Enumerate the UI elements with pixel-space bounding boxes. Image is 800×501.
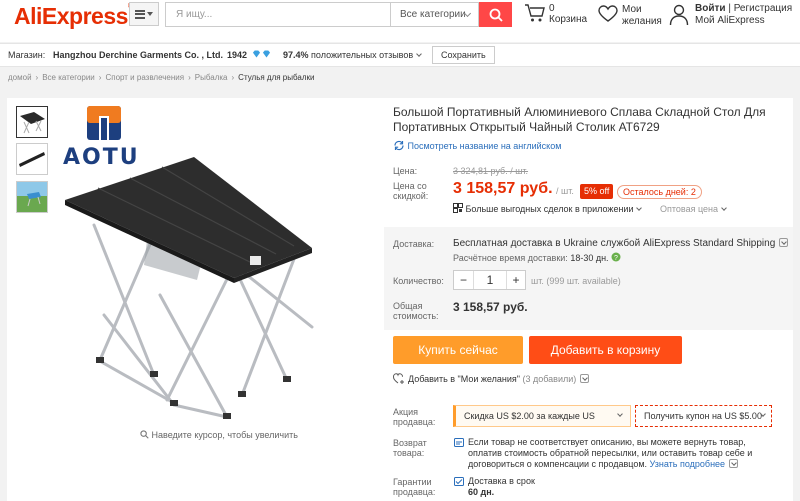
- store-label: Магазин:: [8, 50, 46, 60]
- cart-icon[interactable]: [524, 3, 546, 23]
- discount-price-label: Цена со скидкой:: [393, 181, 429, 201]
- shipping-method-select[interactable]: Бесплатная доставка в Ukraine службой Al…: [453, 238, 789, 249]
- delivery-time: Расчётное время доставки: 18-30 дн. ?: [453, 252, 621, 263]
- magnifier-icon: [140, 430, 149, 439]
- app-deals-dropdown[interactable]: Больше выгодных сделок в приложении: [453, 203, 643, 214]
- quantity-label: Количество:: [393, 276, 444, 286]
- add-to-cart-button[interactable]: Добавить в корзину: [529, 336, 682, 364]
- outdoor-thumbnail-image: [17, 182, 47, 212]
- wishlist-link[interactable]: Мои желания: [622, 4, 672, 28]
- breadcrumb-current[interactable]: Стулья для рыбалки: [238, 73, 314, 82]
- store-bar: Магазин: Hangzhou Derchine Garments Co. …: [0, 43, 800, 67]
- breadcrumb-item[interactable]: Спорт и развлечения: [105, 73, 184, 82]
- quantity-increase-button[interactable]: +: [506, 271, 525, 289]
- store-name-link[interactable]: Hangzhou Derchine Garments Co. , Ltd.: [53, 50, 223, 60]
- price-label: Цена:: [393, 166, 418, 176]
- buy-now-button[interactable]: Купить сейчас: [393, 336, 523, 364]
- product-title: Большой Портативный Алюминиевого Сплава …: [393, 105, 766, 134]
- thumbnail-2[interactable]: [16, 143, 48, 175]
- breadcrumb-item[interactable]: Рыбалка: [195, 73, 228, 82]
- translate-title-link[interactable]: Посмотреть название на английском: [393, 140, 561, 151]
- diamond-icon: [262, 50, 271, 58]
- search-input[interactable]: Я ищу...: [165, 2, 390, 27]
- info-icon[interactable]: ?: [611, 252, 621, 262]
- quantity-available: шт. (999 шт. available): [531, 276, 621, 286]
- chevron-down-icon: [580, 374, 590, 383]
- search-button[interactable]: [479, 2, 512, 27]
- breadcrumb: домой › Все категории › Спорт и развлечения ›…: [8, 73, 315, 82]
- total-price: 3 158,57 руб.: [453, 300, 528, 314]
- add-to-wishlist-link[interactable]: Добавить в "Мои желания" (3 добавили): [408, 374, 590, 384]
- days-left-badge: Осталось дней: 2: [617, 185, 702, 199]
- positive-feedback[interactable]: 97.4% положительных отзывов: [283, 50, 422, 60]
- user-icon[interactable]: [669, 4, 689, 26]
- search-category-value: Все категории: [400, 9, 466, 20]
- heart-plus-icon[interactable]: [393, 373, 405, 384]
- return-more-link[interactable]: Узнать подробнее: [650, 459, 726, 469]
- thumbnail-1[interactable]: [16, 106, 48, 138]
- quantity-stepper: − 1 +: [453, 270, 526, 290]
- breadcrumb-item[interactable]: Все категории: [42, 73, 95, 82]
- cart-link[interactable]: Корзина: [549, 14, 587, 25]
- breadcrumb-separator: ›: [188, 73, 191, 82]
- chevron-down-icon: [636, 205, 643, 211]
- caret-down-icon: [147, 12, 153, 16]
- quantity-input[interactable]: 1: [474, 271, 506, 289]
- old-price: 3 324,81 руб. / шт.: [453, 166, 529, 176]
- return-policy-icon: [454, 438, 464, 447]
- folded-table-thumbnail-image: [19, 152, 45, 167]
- register-link[interactable]: Регистрация: [734, 3, 792, 14]
- table-thumbnail-image: [20, 112, 45, 134]
- login-link[interactable]: Войти: [695, 3, 726, 14]
- search-icon: [489, 8, 503, 22]
- my-aliexpress-link[interactable]: Мой AliExpress: [695, 15, 792, 27]
- guarantee-label: Гарантии продавца:: [393, 477, 436, 497]
- promo-label: Акция продавца:: [393, 407, 436, 427]
- svg-text:?: ?: [614, 255, 618, 262]
- search-category-select[interactable]: Все категории: [390, 2, 479, 27]
- aliexpress-logo[interactable]: AliExpress®: [14, 3, 133, 30]
- cart-count: 0: [549, 3, 555, 14]
- thumbnail-3[interactable]: [16, 181, 48, 213]
- chevron-down-icon: [416, 51, 422, 57]
- chevron-down-icon: [617, 411, 623, 417]
- hamburger-icon: [135, 9, 145, 19]
- save-store-button[interactable]: Сохранить: [432, 46, 495, 64]
- account-links: Войти | Регистрация Мой AliExpress: [695, 3, 792, 27]
- total-label: Общая стоимость:: [393, 301, 439, 321]
- aotu-logo-icon: [87, 106, 121, 140]
- chevron-down-icon: [721, 205, 727, 211]
- wholesale-price-dropdown[interactable]: Оптовая цена: [660, 204, 727, 214]
- quantity-decrease-button[interactable]: −: [454, 271, 474, 289]
- zoom-hint: Наведите курсор, чтобы увеличить: [140, 430, 298, 440]
- breadcrumb-separator: ›: [231, 73, 235, 82]
- chevron-down-icon: [729, 459, 739, 468]
- chevron-down-icon: [779, 238, 789, 247]
- per-unit: / шт.: [556, 186, 574, 196]
- store-score: 1942: [227, 50, 248, 60]
- product-main-image[interactable]: [62, 155, 314, 420]
- discount-badge: 5% off: [580, 184, 614, 199]
- delivery-label: Доставка:: [393, 239, 435, 249]
- guarantee-text: Доставка в срок 60 дн.: [468, 476, 535, 497]
- current-price: 3 158,57 руб.: [453, 180, 553, 197]
- separator: |: [728, 3, 731, 14]
- top-header: AliExpress® Я ищу... Все категории 0 Кор…: [0, 0, 800, 42]
- seller-discount-dropdown[interactable]: Скидка US $2.00 за каждые US: [453, 405, 631, 427]
- breadcrumb-item[interactable]: домой: [8, 73, 32, 82]
- get-coupon-dropdown[interactable]: Получить купон на US $5.00: [635, 405, 772, 427]
- qr-code-icon: [453, 203, 463, 213]
- breadcrumb-separator: ›: [98, 73, 102, 82]
- breadcrumb-separator: ›: [35, 73, 39, 82]
- return-label: Возврат товара:: [393, 438, 427, 458]
- return-policy-text: Если товар не соответствует описанию, вы…: [468, 437, 753, 469]
- guarantee-icon: [454, 477, 464, 486]
- diamond-icon: [252, 50, 261, 58]
- heart-icon[interactable]: [598, 5, 618, 23]
- translate-icon: [394, 140, 404, 151]
- categories-menu-button[interactable]: [129, 2, 159, 26]
